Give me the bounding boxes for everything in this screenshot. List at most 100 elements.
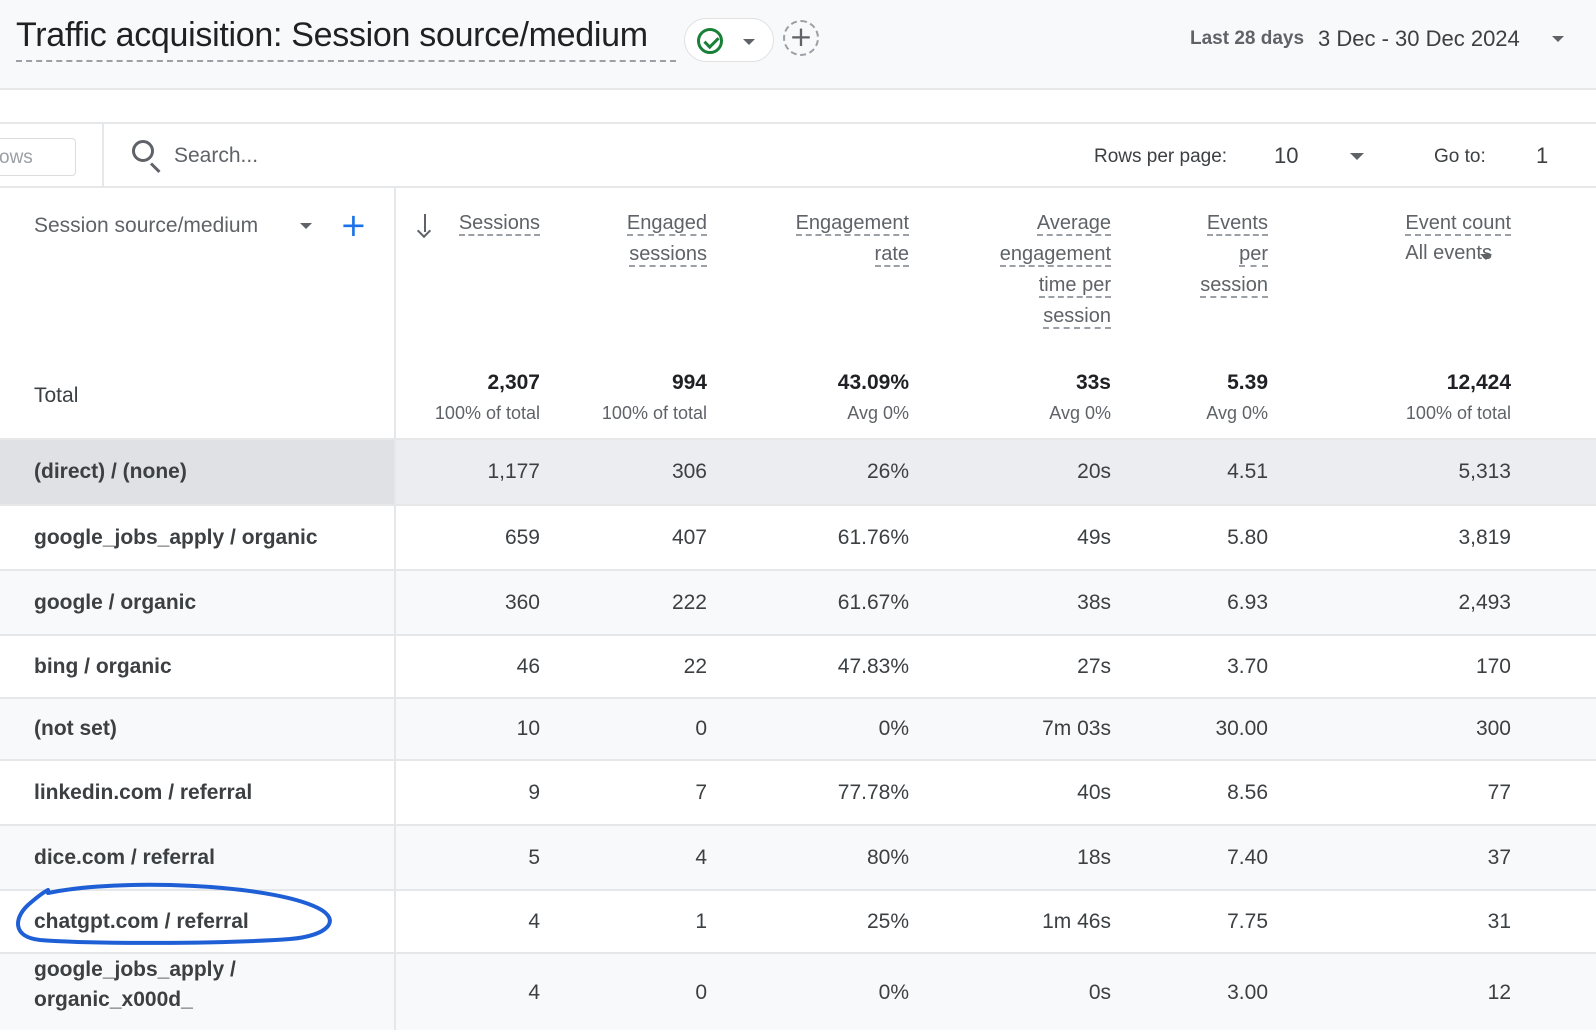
total-value: 12,424 [1446,371,1511,394]
chevron-down-icon[interactable] [1350,153,1364,160]
metric-cell: 0 [695,717,707,740]
metric-cell: 77.78% [837,781,909,804]
chevron-down-icon[interactable] [300,223,312,229]
row-source-medium: organic_x000d_ [34,988,193,1011]
report-header: Traffic acquisition: Session source/medi… [0,0,1596,90]
column-header[interactable]: Engaged sessions [626,208,707,270]
metric-cell: 7.40 [1227,846,1268,869]
column-header-text: Engagement [795,212,909,236]
event-filter-select[interactable]: All events [1405,242,1492,265]
chevron-down-icon[interactable] [1480,254,1492,260]
metric-cell: 61.76% [837,526,909,549]
metric-cell: 46 [516,655,540,678]
table-row[interactable]: linkedin.com / referral 9 7 77.78% 40s 8.56 77 [0,759,1596,824]
metric-cell: 6.93 [1227,591,1268,614]
date-range[interactable]: 3 Dec - 30 Dec 2024 [1318,26,1520,52]
total-share: Avg 0% [1049,403,1111,423]
total-cell: 43.09% Avg 0% [838,368,909,428]
date-preset-label[interactable]: Last 28 days [1190,28,1304,50]
add-comparison-button[interactable]: + [783,20,819,56]
data-table: Session source/medium + Sessions Engaged s… [0,188,1596,1030]
metric-cell: 30.00 [1215,717,1268,740]
table-row[interactable]: (direct) / (none) 1,177 306 26% 20s 4.51 5,313 [0,438,1596,504]
total-cell: 994 100% of total [602,368,707,428]
metric-cell: 1 [695,910,707,933]
metric-cell: 7.75 [1227,910,1268,933]
metric-cell: 300 [1475,717,1511,740]
rows-per-page-select[interactable]: 10 [1274,143,1298,169]
total-row: Total 2,307 100% of total 994 100% of total… [0,354,1596,440]
metric-cell: 4 [528,910,540,933]
total-value: 33s [1075,371,1111,394]
total-value: 2,307 [487,371,540,394]
metric-cell: 38s [1077,591,1111,614]
total-value: 43.09% [837,371,909,394]
column-header-text: Events [1206,212,1268,236]
metric-cell: 5.80 [1227,526,1268,549]
metric-cell: 170 [1475,655,1511,678]
metric-cell: 5,313 [1458,460,1511,483]
total-share: 100% of total [1405,403,1511,423]
column-header-text: Event count [1405,212,1511,236]
column-header[interactable]: Engagement rate [795,208,909,270]
row-source-medium: google_jobs_apply / organic [34,526,318,549]
row-source-medium: linkedin.com / referral [34,781,253,804]
goto-page-input[interactable]: 1 [1536,143,1548,169]
metric-cell: 1,177 [487,460,540,483]
metric-cell: 360 [504,591,540,614]
metric-cell: 49s [1077,526,1111,549]
rows-per-page-label: Rows per page: [1094,146,1228,167]
total-cell: 5.39 Avg 0% [1206,368,1268,428]
table-row[interactable]: dice.com / referral 5 4 80% 18s 7.40 37 [0,824,1596,889]
add-dimension-button[interactable]: + [340,206,367,244]
row-source-medium: bing / organic [34,655,172,678]
metric-cell: 9 [528,781,540,804]
metric-cell: 222 [671,591,707,614]
column-header[interactable]: Event count [1405,208,1511,239]
total-share: 100% of total [434,403,540,423]
metric-cell: 40s [1077,781,1111,804]
table-row[interactable]: chatgpt.com / referral 4 1 25% 1m 46s 7.75 31 [0,889,1596,952]
metric-cell: 22 [683,655,707,678]
column-header-text: session [1200,274,1268,298]
column-header[interactable]: Average engagement time per session [999,208,1111,332]
row-source-medium: google / organic [34,591,197,614]
metric-cell: 3.00 [1227,981,1268,1004]
metric-cell: 80% [866,846,909,869]
row-source-medium: (direct) / (none) [34,460,187,483]
report-status-button[interactable] [684,18,774,62]
metric-cell: 306 [671,460,707,483]
metric-cell: 7m 03s [1042,717,1111,740]
metric-cell: 61.67% [837,591,909,614]
total-label: Total [34,384,79,407]
total-share: Avg 0% [1206,403,1268,423]
search-input[interactable] [174,140,674,172]
column-header[interactable]: Events per session [1200,208,1268,301]
column-header-text: Sessions [458,212,540,236]
metric-cell: 3,819 [1458,526,1511,549]
table-row[interactable]: google / organic 360 222 61.67% 38s 6.93 2,493 [0,569,1596,634]
column-header[interactable]: Sessions [458,208,540,239]
date-dropdown-icon[interactable] [1552,36,1564,42]
column-header-text: Average [1036,212,1111,236]
total-value: 994 [671,371,707,394]
table-row[interactable]: bing / organic 46 22 47.83% 27s 3.70 170 [0,634,1596,697]
table-row[interactable]: google_jobs_apply / organic 659 407 61.76% 4… [0,504,1596,569]
plot-rows-button[interactable]: ows [0,138,76,176]
metric-cell: 4.51 [1227,460,1268,483]
metric-cell: 5 [528,846,540,869]
metric-cell: 3.70 [1227,655,1268,678]
metric-cell: 25% [866,910,909,933]
metric-cell: 12 [1487,981,1511,1004]
metric-cell: 26% [866,460,909,483]
check-circle-icon [697,28,723,54]
total-cell: 2,307 100% of total [435,368,540,428]
total-share: 100% of total [601,403,707,423]
column-header-text: per [1239,243,1268,267]
dimension-header[interactable]: Session source/medium [34,214,258,238]
table-row[interactable]: (not set) 10 0 0% 7m 03s 30.00 300 [0,697,1596,759]
page-title[interactable]: Traffic acquisition: Session source/medi… [16,16,648,55]
metric-cell: 37 [1487,846,1511,869]
table-row[interactable]: google_jobs_apply / organic_x000d_ 4 0 0% 0s 3… [0,952,1596,1030]
metric-cell: 8.56 [1227,781,1268,804]
